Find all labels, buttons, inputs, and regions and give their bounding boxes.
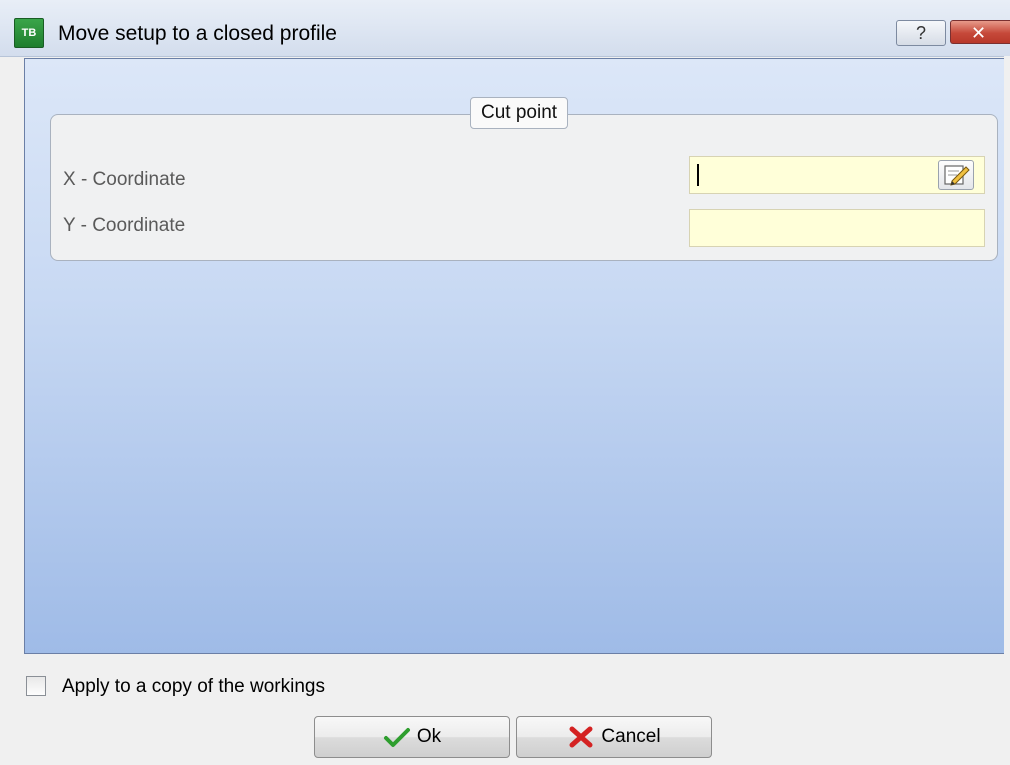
app-logo-icon: TB <box>14 18 44 48</box>
window-right-edge <box>1004 56 1010 765</box>
red-x-icon <box>569 726 593 748</box>
window-title: Move setup to a closed profile <box>58 22 337 45</box>
group-title: Cut point <box>470 97 569 129</box>
dialog-content-panel: Cut point X - Coordinate Y - Coordinate <box>24 58 1010 654</box>
green-check-icon <box>383 728 410 747</box>
ok-button[interactable]: Ok <box>314 716 510 758</box>
title-bar: TB Move setup to a closed profile ? ✕ <box>0 0 1010 57</box>
help-button[interactable]: ? <box>896 20 946 46</box>
y-coordinate-input[interactable] <box>689 209 985 247</box>
edit-pencil-icon-graphic <box>944 165 970 186</box>
text-caret <box>697 164 699 186</box>
cancel-button-label: Cancel <box>601 726 661 747</box>
y-coordinate-label: Y - Coordinate <box>63 215 186 236</box>
close-button[interactable]: ✕ <box>950 20 1010 44</box>
apply-copy-label[interactable]: Apply to a copy of the workings <box>62 676 325 698</box>
ok-button-label: Ok <box>416 726 442 747</box>
cancel-button[interactable]: Cancel <box>516 716 712 758</box>
x-coordinate-label: X - Coordinate <box>63 169 186 190</box>
apply-copy-checkbox[interactable] <box>26 676 46 696</box>
edit-pencil-icon[interactable] <box>938 160 974 190</box>
